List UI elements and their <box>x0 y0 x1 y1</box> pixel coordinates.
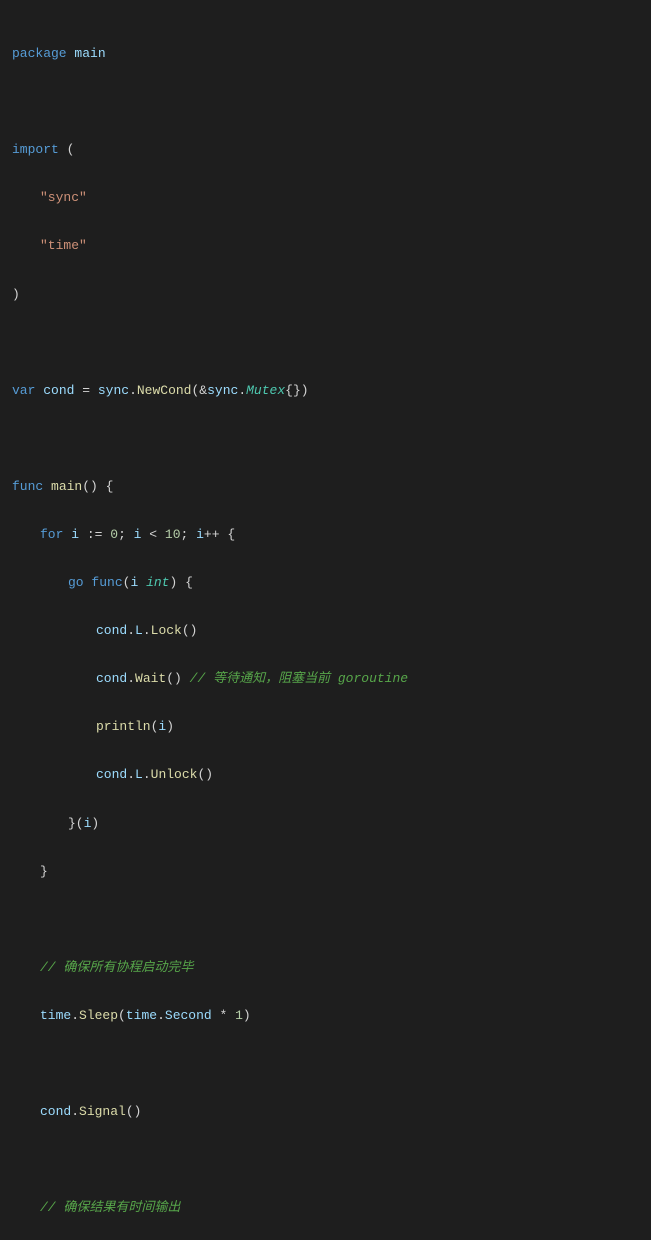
keyword-import: import <box>12 142 59 157</box>
keyword-var: var <box>12 383 35 398</box>
comment: // 确保结果有时间输出 <box>40 1200 180 1215</box>
import-string: "time" <box>40 238 87 253</box>
code-line: cond.Signal() <box>12 1100 639 1124</box>
paren: ( <box>67 142 75 157</box>
function-call: Signal <box>79 1104 126 1119</box>
paren: ) <box>12 287 20 302</box>
import-string: "sync" <box>40 190 87 205</box>
code-line: ) <box>12 283 639 307</box>
blank-line <box>12 908 639 932</box>
keyword-func: func <box>12 479 43 494</box>
code-line: cond.Wait() // 等待通知，阻塞当前 goroutine <box>12 667 639 691</box>
code-line: "sync" <box>12 186 639 210</box>
keyword-for: for <box>40 527 63 542</box>
function-call: Lock <box>151 623 182 638</box>
number-literal: 10 <box>165 527 181 542</box>
code-line: } <box>12 860 639 884</box>
blank-line <box>12 90 639 114</box>
blank-line <box>12 331 639 355</box>
comment: // 确保所有协程启动完毕 <box>40 960 193 975</box>
function-call: println <box>96 719 151 734</box>
code-line: // 确保结果有时间输出 <box>12 1196 639 1220</box>
blank-line <box>12 427 639 451</box>
function-call: Unlock <box>151 767 198 782</box>
keyword-package: package <box>12 46 67 61</box>
code-line: for i := 0; i < 10; i++ { <box>12 523 639 547</box>
package-name: main <box>74 46 105 61</box>
code-line: // 确保所有协程启动完毕 <box>12 956 639 980</box>
keyword-func: func <box>91 575 122 590</box>
function-name: main <box>51 479 82 494</box>
function-call: Sleep <box>79 1008 118 1023</box>
code-editor[interactable]: package main import ( "sync" "time" ) va… <box>12 18 639 1240</box>
code-line: func main() { <box>12 475 639 499</box>
code-line: go func(i int) { <box>12 571 639 595</box>
number-literal: 0 <box>110 527 118 542</box>
function-call: NewCond <box>137 383 192 398</box>
var-name: cond <box>43 383 74 398</box>
blank-line <box>12 1052 639 1076</box>
comment: // 等待通知，阻塞当前 goroutine <box>190 671 408 686</box>
code-line: cond.L.Unlock() <box>12 763 639 787</box>
code-line: "time" <box>12 234 639 258</box>
code-line: println(i) <box>12 715 639 739</box>
code-line: package main <box>12 42 639 66</box>
keyword-go: go <box>68 575 84 590</box>
code-line: time.Sleep(time.Second * 1) <box>12 1004 639 1028</box>
code-line: }(i) <box>12 812 639 836</box>
code-line: var cond = sync.NewCond(&sync.Mutex{}) <box>12 379 639 403</box>
number-literal: 1 <box>235 1008 243 1023</box>
function-call: Wait <box>135 671 166 686</box>
type-int: int <box>146 575 169 590</box>
code-line: import ( <box>12 138 639 162</box>
code-line: cond.L.Lock() <box>12 619 639 643</box>
type-name: Mutex <box>246 383 285 398</box>
blank-line <box>12 1148 639 1172</box>
